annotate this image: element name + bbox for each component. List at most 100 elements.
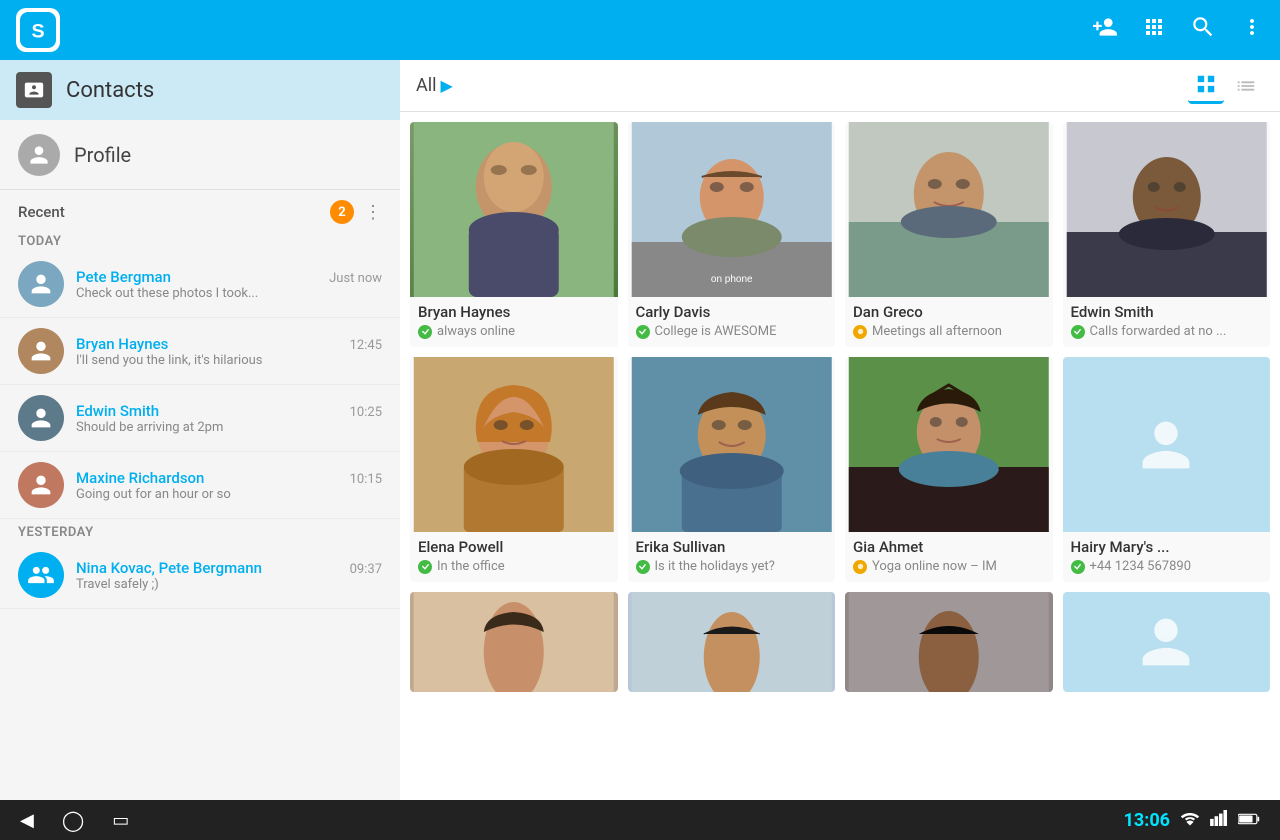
contact-card-row3-1[interactable] (410, 592, 618, 692)
contact-photo-row3-3 (845, 592, 1053, 692)
contact-status-dan: Meetings all afternoon (853, 324, 1045, 339)
apps-grid-icon[interactable] (1142, 15, 1166, 45)
status-dot-bryan (418, 325, 432, 339)
chat-preview-bryan: I'll send you the link, it's hilarious (76, 353, 382, 368)
status-text-erika: Is it the holidays yet? (655, 559, 775, 574)
chat-info-maxine: Maxine Richardson 10:15 Going out for an… (76, 469, 382, 502)
contact-status-gia: Yoga online now – IM (853, 559, 1045, 574)
chat-info-edwin: Edwin Smith 10:25 Should be arriving at … (76, 402, 382, 435)
status-dot-elena (418, 560, 432, 574)
add-user-icon[interactable] (1092, 14, 1118, 46)
contact-info-elena: Elena Powell In the office (410, 532, 618, 582)
chat-item-nina-group[interactable]: Nina Kovac, Pete Bergmann 09:37 Travel s… (0, 542, 400, 609)
top-bar: S (0, 0, 1280, 60)
chat-time-maxine: 10:15 (350, 472, 382, 487)
battery-icon (1238, 811, 1260, 830)
status-text-carly: College is AWESOME (655, 324, 777, 339)
contact-card-row3-2[interactable] (628, 592, 836, 692)
contact-status-elena: In the office (418, 559, 610, 574)
profile-label: Profile (74, 143, 131, 167)
contact-photo-dan (845, 122, 1053, 297)
svg-text:S: S (31, 20, 44, 42)
yesterday-label: YESTERDAY (0, 519, 400, 542)
chat-item-bryan-haynes[interactable]: Bryan Haynes 12:45 I'll send you the lin… (0, 318, 400, 385)
contact-card-row3-4[interactable] (1063, 592, 1271, 692)
nav-home-icon[interactable]: ◯ (62, 808, 84, 832)
chat-list-yesterday: Nina Kovac, Pete Bergmann 09:37 Travel s… (0, 542, 400, 609)
filter-bar: All ▶ (400, 60, 1280, 112)
nav-back-icon[interactable]: ◀ (20, 810, 34, 831)
contact-photo-erika (628, 357, 836, 532)
status-text-dan: Meetings all afternoon (872, 324, 1002, 339)
chat-info-pete: Pete Bergman Just now Check out these ph… (76, 268, 382, 301)
status-text-edwin: Calls forwarded at no ... (1090, 324, 1227, 339)
clock: 13:06 (1124, 810, 1170, 831)
chat-item-pete-bergman[interactable]: Pete Bergman Just now Check out these ph… (0, 251, 400, 318)
contact-card-erika[interactable]: Erika Sullivan Is it the holidays yet? (628, 357, 836, 582)
more-vert-icon[interactable] (1240, 15, 1264, 45)
contact-photo-edwin (1063, 122, 1271, 297)
chat-time-bryan: 12:45 (350, 338, 382, 353)
list-view-button[interactable] (1228, 68, 1264, 104)
wifi-icon (1180, 810, 1200, 830)
contact-name-dan: Dan Greco (853, 303, 1045, 321)
filter-select-wrapper[interactable]: All ▶ (416, 75, 453, 96)
content-area: All ▶ (400, 60, 1280, 800)
chat-item-edwin-smith[interactable]: Edwin Smith 10:25 Should be arriving at … (0, 385, 400, 452)
statusbar-status: 13:06 (1124, 810, 1260, 831)
contacts-grid: Bryan Haynes always online (400, 112, 1280, 800)
chat-name-nina: Nina Kovac, Pete Bergmann (76, 559, 262, 577)
chat-list-today: Pete Bergman Just now Check out these ph… (0, 251, 400, 519)
chat-avatar-pete (18, 261, 64, 307)
contact-status-mary: +44 1234 567890 (1071, 559, 1263, 574)
chat-time-pete: Just now (329, 271, 382, 286)
contact-card-edwin[interactable]: Edwin Smith Calls forwarded at no ... (1063, 122, 1271, 347)
search-icon[interactable] (1190, 14, 1216, 46)
sidebar: Contacts Profile Recent 2 ⋮ TODAY (0, 60, 400, 800)
recent-more-icon[interactable]: ⋮ (364, 202, 382, 223)
recent-header: Recent 2 ⋮ (0, 190, 400, 228)
status-dot-gia (853, 560, 867, 574)
contact-card-bryan[interactable]: Bryan Haynes always online (410, 122, 618, 347)
status-dot-edwin (1071, 325, 1085, 339)
contact-card-row3-3[interactable] (845, 592, 1053, 692)
status-dot-dan (853, 325, 867, 339)
grid-view-button[interactable] (1188, 68, 1224, 104)
profile-avatar (18, 134, 60, 176)
contact-photo-gia (845, 357, 1053, 532)
contact-photo-placeholder-row3-4 (1063, 592, 1271, 692)
chat-preview-maxine: Going out for an hour or so (76, 487, 382, 502)
contact-name-edwin: Edwin Smith (1071, 303, 1263, 321)
contact-card-carly[interactable]: on phone Carly Davis College is AWESOME (628, 122, 836, 347)
contact-info-carly: Carly Davis College is AWESOME (628, 297, 836, 347)
contact-name-carly: Carly Davis (636, 303, 828, 321)
chat-item-maxine[interactable]: Maxine Richardson 10:15 Going out for an… (0, 452, 400, 519)
chat-preview-nina: Travel safely ;) (76, 577, 382, 592)
status-dot-mary (1071, 560, 1085, 574)
chat-name-edwin: Edwin Smith (76, 402, 159, 420)
chat-avatar-edwin (18, 395, 64, 441)
contacts-icon-box (16, 72, 52, 108)
contact-card-hairy-mary[interactable]: Hairy Mary's ... +44 1234 567890 (1063, 357, 1271, 582)
chat-name-maxine: Maxine Richardson (76, 469, 204, 487)
status-text-mary: +44 1234 567890 (1090, 559, 1192, 574)
contact-photo-row3-2 (628, 592, 836, 692)
chat-avatar-bryan (18, 328, 64, 374)
chat-name-row-pete: Pete Bergman Just now (76, 268, 382, 286)
nav-recent-icon[interactable]: ▭ (112, 810, 129, 831)
chat-preview-edwin: Should be arriving at 2pm (76, 420, 382, 435)
contact-info-dan: Dan Greco Meetings all afternoon (845, 297, 1053, 347)
status-dot-carly (636, 325, 650, 339)
contact-card-dan[interactable]: Dan Greco Meetings all afternoon (845, 122, 1053, 347)
contact-name-gia: Gia Ahmet (853, 538, 1045, 556)
contact-card-gia[interactable]: Gia Ahmet Yoga online now – IM (845, 357, 1053, 582)
chat-name-row-edwin: Edwin Smith 10:25 (76, 402, 382, 420)
contact-photo-carly: on phone (628, 122, 836, 297)
contact-info-mary: Hairy Mary's ... +44 1234 567890 (1063, 532, 1271, 582)
profile-section[interactable]: Profile (0, 120, 400, 190)
contact-photo-placeholder-mary (1063, 357, 1271, 532)
contact-card-elena[interactable]: Elena Powell In the office (410, 357, 618, 582)
statusbar: ◀ ◯ ▭ 13:06 (0, 800, 1280, 840)
contact-info-edwin: Edwin Smith Calls forwarded at no ... (1063, 297, 1271, 347)
contact-status-carly: College is AWESOME (636, 324, 828, 339)
